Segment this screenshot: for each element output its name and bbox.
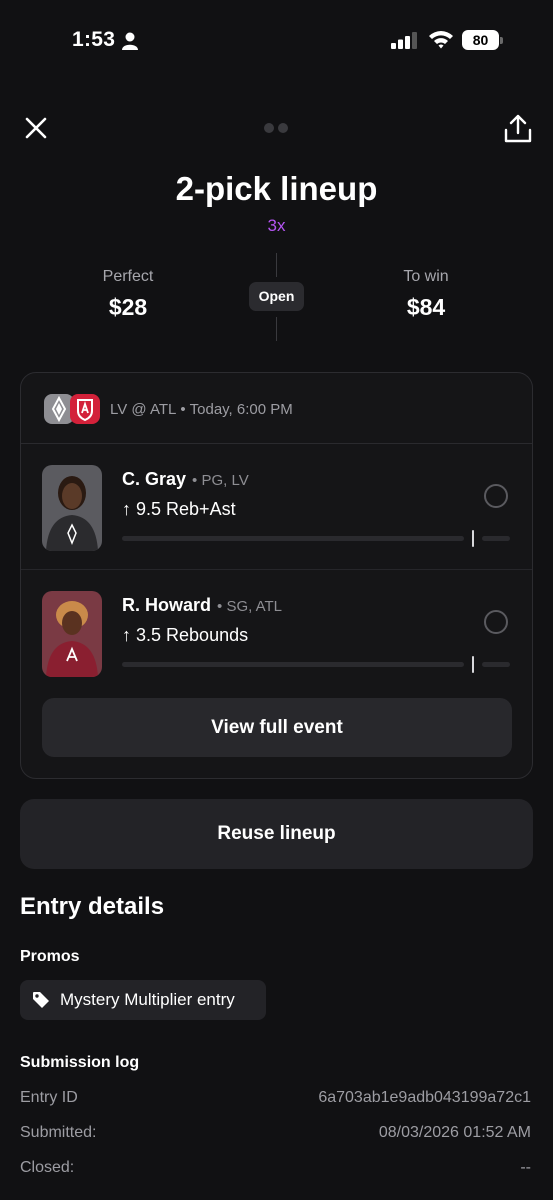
status-bar: 1:53 80 (0, 0, 553, 80)
perfect-stat: Perfect $28 (48, 268, 208, 321)
person-icon (122, 32, 138, 50)
promo-label: Mystery Multiplier entry (60, 990, 235, 1009)
promo-chip[interactable]: Mystery Multiplier entry (20, 980, 266, 1020)
to-win-stat: To win $84 (346, 268, 506, 321)
divider-top (276, 253, 277, 277)
player-meta: • PG, LV (192, 472, 249, 489)
divider-bottom (276, 317, 277, 341)
player-name: R. Howard • SG, ATL (122, 595, 282, 616)
player-avatar-icon (42, 465, 102, 551)
player-avatar-icon (42, 591, 102, 677)
pick-status-circle[interactable] (484, 484, 508, 508)
log-label: Submitted: (20, 1124, 97, 1141)
event-separator: • (180, 401, 186, 418)
atl-team-logo (70, 394, 100, 424)
battery-tip (500, 37, 503, 44)
event-datetime: Today, 6:00 PM (189, 401, 293, 418)
battery-indicator: 80 (462, 30, 499, 50)
signal-icon (391, 32, 417, 49)
progress-tail (482, 535, 510, 541)
projection-text: 3.5 Rebounds (136, 625, 249, 645)
tag-icon (33, 992, 49, 1008)
player-photo-howard (42, 591, 102, 677)
submission-log-title: Submission log (20, 1054, 140, 1071)
multiplier-label: 3x (267, 216, 286, 235)
shield-logo-icon (77, 399, 93, 422)
up-arrow-icon: ↑ (122, 625, 137, 645)
player-projection: ↑ 9.5 Reb+Ast (122, 499, 236, 520)
log-label: Entry ID (20, 1089, 78, 1106)
player-projection: ↑ 3.5 Rebounds (122, 625, 248, 646)
event-info: LV @ ATL • Today, 6:00 PM (110, 401, 293, 418)
log-value: 08/03/2026 01:52 AM (378, 1124, 531, 1141)
progress-marker (472, 529, 475, 547)
reuse-lineup-button[interactable]: Reuse lineup (20, 799, 533, 869)
progress-track (122, 655, 510, 673)
wifi-icon (429, 31, 453, 49)
perfect-label: Perfect (102, 268, 154, 285)
entry-details-title: Entry details (20, 893, 165, 920)
promos-title: Promos (20, 948, 80, 965)
status-badge: Open (249, 282, 304, 311)
lineup-title: 2-pick lineup (175, 170, 378, 207)
status-time: 1:53 (72, 28, 116, 51)
player-name-text: R. Howard (122, 595, 212, 615)
player-row[interactable]: R. Howard • SG, ATL ↑ 3.5 Rebounds (21, 571, 532, 696)
player-photo-gray (42, 465, 102, 551)
progress-track (122, 529, 510, 547)
progress-bar (122, 535, 465, 541)
player-row[interactable]: C. Gray • PG, LV ↑ 9.5 Reb+Ast (21, 445, 532, 570)
close-icon[interactable] (22, 114, 50, 142)
log-value: -- (520, 1159, 531, 1176)
event-card: LV @ ATL • Today, 6:00 PM C. Gray • PG, LV … (20, 372, 533, 779)
player-meta: • SG, ATL (217, 598, 283, 615)
page-indicator (264, 123, 288, 133)
player-name-text: C. Gray (122, 469, 187, 489)
player-position: PG, LV (201, 472, 249, 489)
event-header: LV @ ATL • Today, 6:00 PM (21, 373, 532, 444)
share-icon[interactable] (503, 113, 533, 145)
page-dot (264, 123, 274, 133)
log-value: 6a703ab1e9adb043199a72c1 (318, 1089, 531, 1106)
to-win-label: To win (403, 268, 449, 285)
log-label: Closed: (20, 1159, 75, 1176)
pick-status-circle[interactable] (484, 610, 508, 634)
perfect-value: $28 (108, 294, 148, 320)
progress-marker (472, 655, 475, 673)
view-full-event-button[interactable]: View full event (42, 698, 512, 757)
to-win-value: $84 (406, 294, 446, 320)
progress-tail (482, 661, 510, 667)
player-position: SG, ATL (226, 598, 283, 615)
player-name: C. Gray • PG, LV (122, 469, 249, 490)
up-arrow-icon: ↑ (122, 499, 137, 519)
page-dot (278, 123, 288, 133)
progress-bar (122, 661, 465, 667)
projection-text: 9.5 Reb+Ast (136, 499, 236, 519)
event-matchup: LV @ ATL (110, 401, 177, 418)
